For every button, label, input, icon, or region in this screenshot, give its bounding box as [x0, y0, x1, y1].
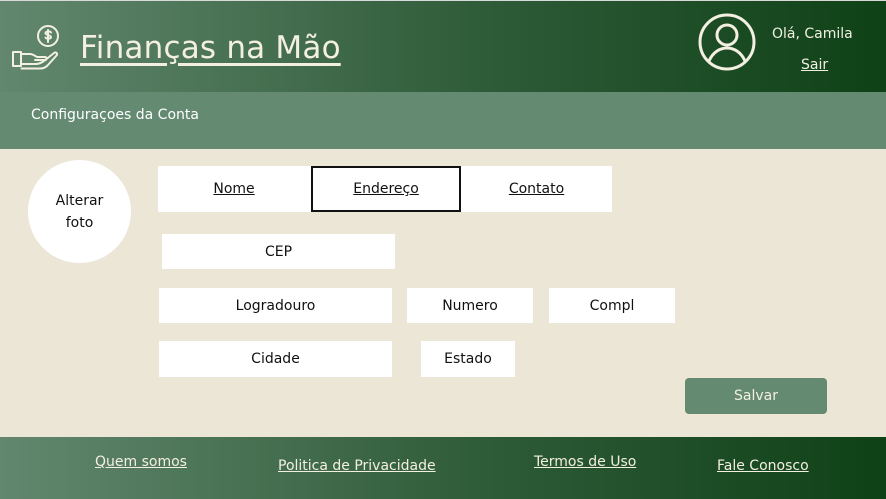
tab-nome[interactable]: Nome	[158, 166, 310, 212]
user-avatar-icon[interactable]	[697, 12, 757, 72]
page-title: Configuraçoes da Conta	[31, 107, 199, 123]
settings-tabs: Nome Endereço Contato	[158, 166, 612, 212]
tab-endereco[interactable]: Endereço	[311, 166, 461, 212]
cidade-field[interactable]: Cidade	[159, 341, 392, 377]
numero-field[interactable]: Numero	[407, 288, 533, 323]
footer-link-termos[interactable]: Termos de Uso	[534, 454, 636, 470]
user-greeting: Olá, Camila	[772, 26, 853, 42]
estado-field[interactable]: Estado	[421, 341, 515, 377]
logout-link[interactable]: Sair	[801, 57, 828, 73]
change-photo-label: Alterar foto	[55, 192, 104, 231]
tab-contato[interactable]: Contato	[461, 166, 612, 212]
footer-link-contato[interactable]: Fale Conosco	[717, 458, 809, 474]
footer-link-privacidade[interactable]: Politica de Privacidade	[278, 458, 436, 474]
save-button[interactable]: Salvar	[685, 378, 827, 414]
change-photo-button[interactable]: Alterar foto	[28, 160, 131, 263]
cep-field[interactable]: CEP	[162, 234, 395, 269]
brand-title[interactable]: Finanças na Mão	[80, 30, 341, 66]
money-hand-icon	[12, 25, 59, 70]
complemento-field[interactable]: Compl	[549, 288, 675, 323]
footer-link-quem-somos[interactable]: Quem somos	[95, 454, 187, 470]
logradouro-field[interactable]: Logradouro	[159, 288, 392, 323]
